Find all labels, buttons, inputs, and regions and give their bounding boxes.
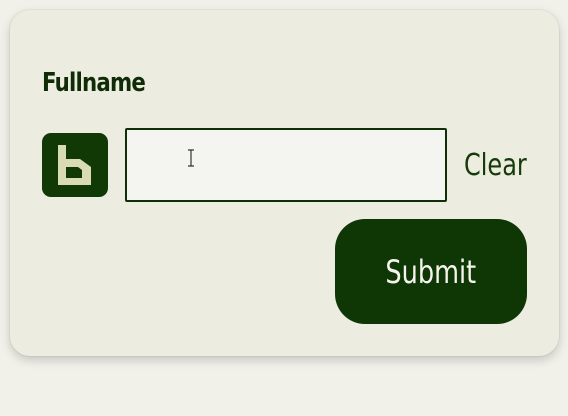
submit-button[interactable]: Submit xyxy=(335,219,527,324)
text-cursor-icon xyxy=(186,149,196,167)
fullname-input[interactable] xyxy=(127,130,445,200)
submit-button-label: Submit xyxy=(385,252,477,291)
fullname-label: Fullname xyxy=(42,68,146,98)
b-logo-icon xyxy=(42,133,108,197)
fullname-input-box[interactable] xyxy=(125,128,447,202)
clear-button[interactable]: Clear xyxy=(464,146,527,186)
